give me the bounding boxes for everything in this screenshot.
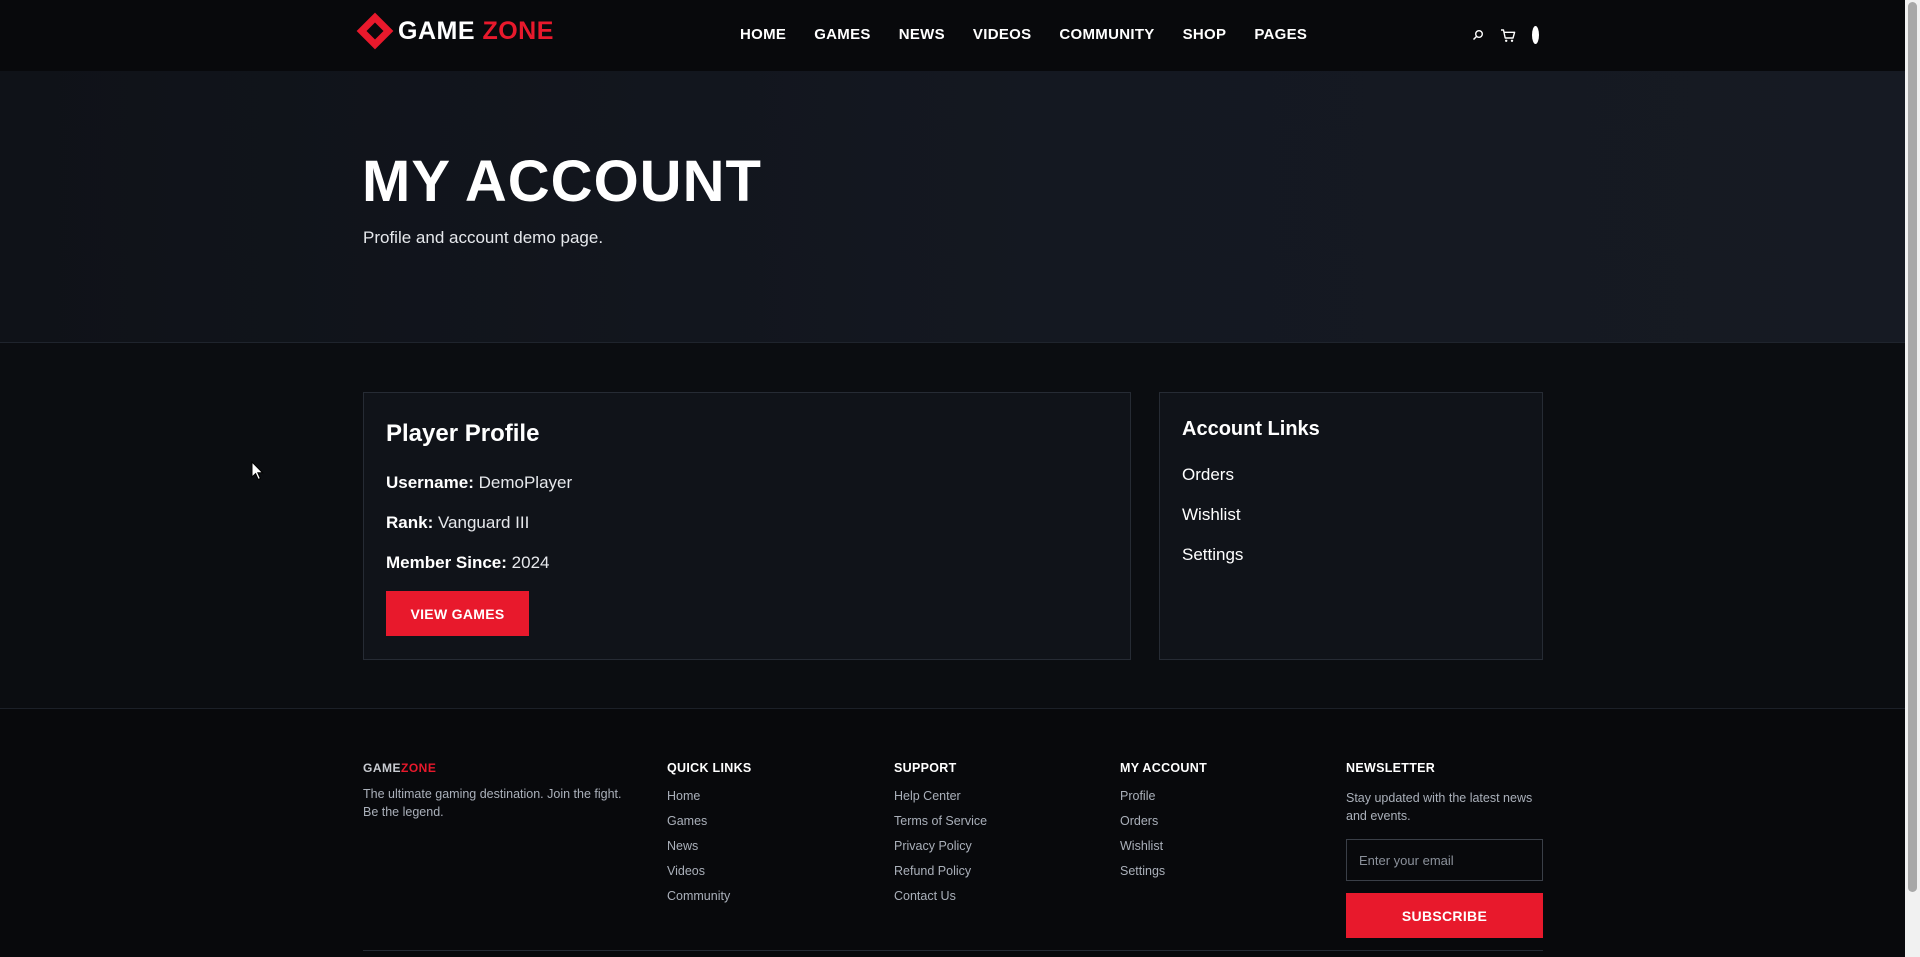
mouse-cursor-icon bbox=[251, 461, 264, 481]
username-value: DemoPlayer bbox=[478, 473, 573, 492]
footer-link-terms[interactable]: Terms of Service bbox=[894, 814, 987, 829]
header-icons bbox=[1472, 26, 1539, 44]
member-since-value: 2024 bbox=[511, 553, 550, 572]
nav-shop[interactable]: SHOP bbox=[1183, 25, 1227, 45]
footer-link-help-center[interactable]: Help Center bbox=[894, 789, 987, 804]
my-account-heading: MY ACCOUNT bbox=[1120, 761, 1208, 775]
support-heading: SUPPORT bbox=[894, 761, 957, 775]
logo-word-zone: ZONE bbox=[482, 16, 554, 45]
profile-heading: Player Profile bbox=[386, 420, 540, 447]
footer-newsletter: NEWSLETTER Stay updated with the latest … bbox=[1346, 761, 1543, 938]
page-scrollbar[interactable] bbox=[1905, 0, 1920, 957]
nav-videos[interactable]: VIDEOS bbox=[973, 25, 1031, 45]
site-logo[interactable]: GAME ZONE bbox=[356, 12, 554, 50]
footer-link-profile[interactable]: Profile bbox=[1120, 789, 1207, 804]
logo-word-game: GAME bbox=[398, 16, 475, 45]
footer-my-account: MY ACCOUNT Profile Orders Wishlist Setti… bbox=[1120, 761, 1207, 889]
cart-icon[interactable] bbox=[1500, 26, 1516, 44]
footer-link-wishlist[interactable]: Wishlist bbox=[1120, 839, 1207, 854]
footer-logo-game: GAME bbox=[363, 761, 401, 775]
footer-divider bbox=[363, 950, 1543, 951]
username-row: Username: DemoPlayer bbox=[386, 473, 572, 493]
subscribe-button[interactable]: SUBSCRIBE bbox=[1346, 893, 1543, 938]
scrollbar-thumb[interactable] bbox=[1908, 2, 1917, 892]
footer-support: SUPPORT Help Center Terms of Service Pri… bbox=[894, 761, 987, 914]
account-content: Player Profile Username: DemoPlayer Rank… bbox=[0, 344, 1905, 708]
account-link-settings[interactable]: Settings bbox=[1182, 545, 1243, 565]
footer-logo-zone: ZONE bbox=[401, 761, 437, 775]
newsletter-heading: NEWSLETTER bbox=[1346, 761, 1436, 775]
logo-wordmark: GAME ZONE bbox=[398, 16, 554, 45]
view-games-button[interactable]: VIEW GAMES bbox=[386, 591, 529, 636]
rank-row: Rank: Vanguard III bbox=[386, 513, 529, 533]
search-icon[interactable] bbox=[1472, 26, 1484, 44]
user-dot-icon[interactable] bbox=[1532, 26, 1539, 44]
account-link-wishlist[interactable]: Wishlist bbox=[1182, 505, 1241, 525]
main-nav: HOME GAMES NEWS VIDEOS COMMUNITY SHOP PA… bbox=[740, 25, 1335, 45]
footer-link-orders[interactable]: Orders bbox=[1120, 814, 1207, 829]
site-header: GAME ZONE HOME GAMES NEWS VIDEOS COMMUNI… bbox=[0, 0, 1905, 71]
footer-link-contact[interactable]: Contact Us bbox=[894, 889, 987, 904]
footer-quick-links: QUICK LINKS Home Games News Videos Commu… bbox=[667, 761, 752, 914]
footer-description: The ultimate gaming destination. Join th… bbox=[363, 787, 622, 819]
nav-community[interactable]: COMMUNITY bbox=[1059, 25, 1154, 45]
rank-value: Vanguard III bbox=[437, 513, 530, 532]
footer-link-news[interactable]: News bbox=[667, 839, 752, 854]
footer-link-refund[interactable]: Refund Policy bbox=[894, 864, 987, 879]
site-footer: GAMEZONE The ultimate gaming destination… bbox=[0, 708, 1905, 957]
page-title: MY ACCOUNT bbox=[362, 149, 762, 214]
footer-link-videos[interactable]: Videos bbox=[667, 864, 752, 879]
footer-logo[interactable]: GAMEZONE bbox=[363, 761, 436, 775]
rank-label: Rank: bbox=[386, 513, 434, 532]
footer-link-home[interactable]: Home bbox=[667, 789, 752, 804]
nav-games[interactable]: GAMES bbox=[814, 25, 871, 45]
player-profile-card: Player Profile Username: DemoPlayer Rank… bbox=[363, 392, 1131, 660]
page-hero: MY ACCOUNT Profile and account demo page… bbox=[0, 71, 1905, 343]
page-subtitle: Profile and account demo page. bbox=[363, 228, 604, 247]
footer-link-privacy[interactable]: Privacy Policy bbox=[894, 839, 987, 854]
quick-links-heading: QUICK LINKS bbox=[667, 761, 752, 775]
account-links-card: Account Links Orders Wishlist Settings bbox=[1159, 392, 1543, 660]
account-links-heading: Account Links bbox=[1182, 418, 1320, 440]
footer-link-community[interactable]: Community bbox=[667, 889, 752, 904]
newsletter-email-input[interactable] bbox=[1346, 839, 1543, 881]
member-since-row: Member Since: 2024 bbox=[386, 553, 550, 573]
nav-home[interactable]: HOME bbox=[740, 25, 786, 45]
member-since-label: Member Since: bbox=[386, 553, 507, 572]
username-label: Username: bbox=[386, 473, 474, 492]
newsletter-text: Stay updated with the latest news and ev… bbox=[1346, 791, 1533, 823]
footer-link-games[interactable]: Games bbox=[667, 814, 752, 829]
nav-pages[interactable]: PAGES bbox=[1254, 25, 1307, 45]
footer-link-settings[interactable]: Settings bbox=[1120, 864, 1207, 879]
nav-news[interactable]: NEWS bbox=[899, 25, 945, 45]
account-link-orders[interactable]: Orders bbox=[1182, 465, 1234, 485]
diamond-logo-icon bbox=[356, 12, 394, 50]
